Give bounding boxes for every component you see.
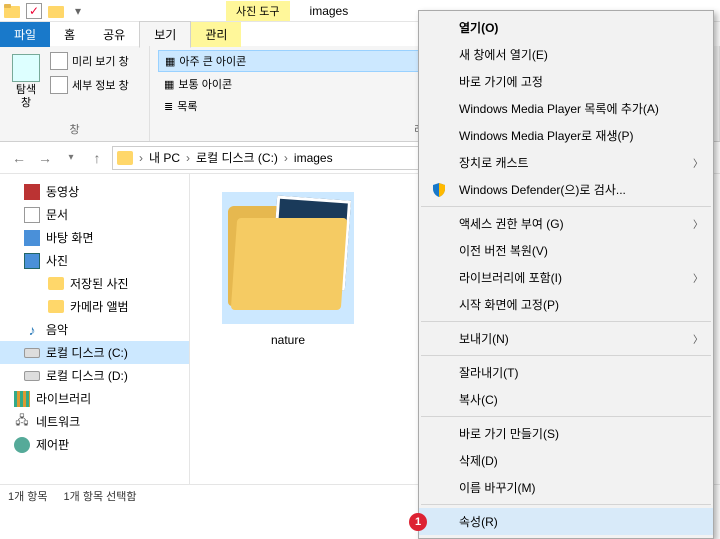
menu-cast[interactable]: 장치로 캐스트〉	[419, 149, 713, 176]
menu-restore[interactable]: 이전 버전 복원(V)	[419, 237, 713, 264]
view-m-icons[interactable]: ▦보통 아이콘	[158, 74, 439, 94]
folder-label: nature	[208, 333, 368, 347]
menu-pin-quickaccess[interactable]: 바로 가기에 고정	[419, 68, 713, 95]
status-selected: 1개 항목 선택함	[64, 488, 137, 504]
status-count: 1개 항목	[8, 488, 48, 504]
contextual-tab-label: 사진 도구	[226, 1, 290, 21]
up-button[interactable]: ↑	[86, 147, 108, 169]
folder-icon	[48, 3, 64, 19]
menu-wmp-add[interactable]: Windows Media Player 목록에 추가(A)	[419, 95, 713, 122]
checkbox-icon[interactable]: ✓	[26, 3, 42, 19]
window-title: images	[310, 4, 349, 18]
menu-separator	[421, 321, 711, 322]
menu-send-to[interactable]: 보내기(N)〉	[419, 325, 713, 352]
chevron-right-icon: 〉	[693, 331, 703, 346]
tree-drive-c[interactable]: 로컬 디스크 (C:)	[0, 341, 189, 364]
history-dropdown[interactable]: ▾	[60, 147, 82, 169]
menu-separator	[421, 355, 711, 356]
folder-icon	[228, 198, 348, 318]
callout-badge: 1	[409, 513, 427, 531]
tree-drive-d[interactable]: 로컬 디스크 (D:)	[0, 364, 189, 387]
tab-view[interactable]: 보기	[139, 21, 191, 48]
menu-access[interactable]: 액세스 권한 부여 (G)〉	[419, 210, 713, 237]
nav-tree: 동영상 문서 바탕 화면 사진 저장된 사진 카메라 앨범 ♪음악 로컬 디스크…	[0, 174, 190, 484]
shield-icon	[431, 182, 447, 198]
chevron-right-icon: 〉	[693, 216, 703, 231]
tree-desktop[interactable]: 바탕 화면	[0, 226, 189, 249]
menu-open[interactable]: 열기(O)	[419, 14, 713, 41]
chevron-right-icon: 〉	[693, 270, 703, 285]
tab-home[interactable]: 홈	[50, 22, 89, 47]
breadcrumb-folder[interactable]: images	[294, 151, 333, 165]
menu-create-shortcut[interactable]: 바로 가기 만들기(S)	[419, 420, 713, 447]
tree-saved-pics[interactable]: 저장된 사진	[0, 272, 189, 295]
context-menu: 열기(O) 새 창에서 열기(E) 바로 가기에 고정 Windows Medi…	[418, 10, 714, 539]
menu-separator	[421, 206, 711, 207]
tree-pictures[interactable]: 사진	[0, 249, 189, 272]
menu-defender[interactable]: Windows Defender(으)로 검사...	[419, 176, 713, 203]
tab-file[interactable]: 파일	[0, 22, 50, 47]
tree-videos[interactable]: 동영상	[0, 180, 189, 203]
chevron-right-icon[interactable]: ›	[135, 151, 147, 165]
dropdown-icon[interactable]: ▾	[70, 3, 86, 19]
tree-library[interactable]: 라이브러리	[0, 387, 189, 410]
menu-properties[interactable]: 1 속성(R)	[419, 508, 713, 535]
menu-cut[interactable]: 잘라내기(T)	[419, 359, 713, 386]
forward-button[interactable]: →	[34, 147, 56, 169]
menu-delete[interactable]: 삭제(D)	[419, 447, 713, 474]
tree-music[interactable]: ♪음악	[0, 318, 189, 341]
menu-include-library[interactable]: 라이브러리에 포함(I)〉	[419, 264, 713, 291]
view-xl-icons[interactable]: ▦아주 큰 아이콘	[158, 50, 439, 72]
breadcrumb-pc[interactable]: 내 PC	[149, 149, 180, 166]
list-icon: ≣	[164, 100, 173, 113]
folder-item-nature[interactable]: nature	[208, 192, 368, 347]
menu-new-window[interactable]: 새 창에서 열기(E)	[419, 41, 713, 68]
view-list[interactable]: ≣목록	[158, 96, 439, 116]
breadcrumb-drive[interactable]: 로컬 디스크 (C:)	[196, 149, 278, 166]
menu-wmp-play[interactable]: Windows Media Player로 재생(P)	[419, 122, 713, 149]
tiles-icon: ▦	[165, 55, 175, 68]
menu-copy[interactable]: 복사(C)	[419, 386, 713, 413]
menu-rename[interactable]: 이름 바꾸기(M)	[419, 474, 713, 501]
tiles-icon: ▦	[164, 78, 174, 91]
tab-share[interactable]: 공유	[89, 22, 139, 47]
menu-separator	[421, 504, 711, 505]
nav-pane-button[interactable]: 탐색 창	[8, 50, 44, 121]
menu-separator	[421, 416, 711, 417]
group-label: 창	[8, 121, 141, 137]
tree-documents[interactable]: 문서	[0, 203, 189, 226]
tree-camera[interactable]: 카메라 앨범	[0, 295, 189, 318]
tree-network[interactable]: 🖧네트워크	[0, 410, 189, 433]
menu-pin-start[interactable]: 시작 화면에 고정(P)	[419, 291, 713, 318]
tab-manage[interactable]: 관리	[191, 22, 241, 47]
folder-icon	[117, 151, 133, 165]
quick-access-toolbar: ✓ ▾	[4, 3, 86, 19]
preview-pane-button[interactable]: 미리 보기 창	[48, 50, 141, 72]
tree-control-panel[interactable]: 제어판	[0, 433, 189, 456]
chevron-right-icon[interactable]: ›	[182, 151, 194, 165]
folder-icon	[4, 3, 20, 19]
chevron-right-icon: 〉	[693, 155, 703, 170]
chevron-right-icon[interactable]: ›	[280, 151, 292, 165]
details-pane-button[interactable]: 세부 정보 창	[48, 74, 141, 96]
ribbon-group-pane: 탐색 창 미리 보기 창 세부 정보 창 창	[0, 46, 150, 141]
back-button[interactable]: ←	[8, 147, 30, 169]
